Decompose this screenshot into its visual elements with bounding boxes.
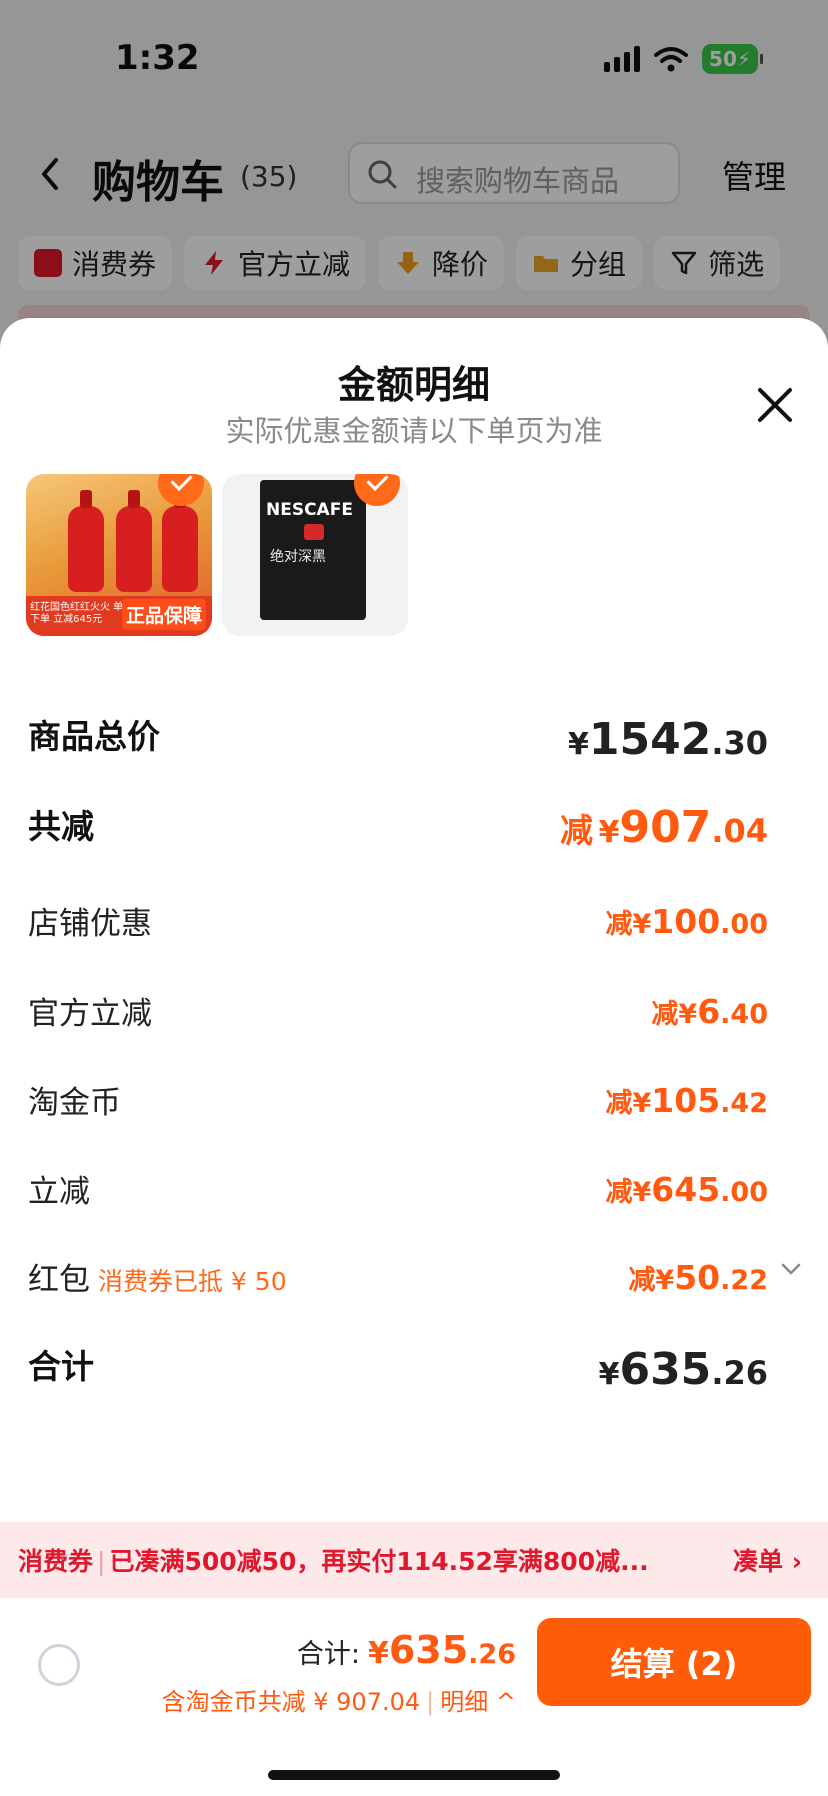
product-thumbnail-liquor[interactable]: 红花国色红红火火 单件下单 立减645元 正品保障 [26, 474, 212, 636]
amount-dec: .26 [711, 1354, 768, 1392]
amount-dec: .40 [720, 999, 768, 1030]
bottle-shape [68, 490, 104, 592]
currency: ¥ [632, 909, 652, 940]
row-amount: 减¥6.40 [651, 992, 768, 1031]
select-all-checkbox[interactable] [38, 1644, 80, 1686]
row-label: 立减 [28, 1174, 90, 1210]
amount-int: 105 [651, 1081, 721, 1120]
row-label: 淘金币 [28, 1085, 121, 1121]
row-label: 商品总价 [28, 717, 160, 756]
coupon-progress-text: 消费券 | 已凑满500减50，再实付114.52享满800减... [18, 1542, 649, 1578]
currency: ¥ [678, 999, 698, 1030]
bottle-shape [116, 490, 152, 592]
check-icon[interactable] [158, 474, 204, 506]
total-int: 635 [388, 1628, 469, 1672]
coffee-name-text: 绝对深黑 [270, 549, 326, 565]
total-currency: ¥ [367, 1636, 389, 1671]
bottle-shape [162, 490, 198, 592]
row-amount: 减¥105.42 [605, 1081, 768, 1120]
amount-dec: .22 [720, 1265, 768, 1296]
currency: ¥ [567, 727, 589, 762]
amount-dec: .42 [720, 1088, 768, 1119]
detail-toggle[interactable]: 明细 ^ [440, 1688, 516, 1716]
amount-int: 907 [619, 802, 712, 853]
divider: | [97, 1547, 106, 1576]
savings-text: 含淘金币共减 ¥ 907.04 [161, 1688, 421, 1716]
currency: ¥ [632, 1088, 652, 1119]
row-label: 红包 消费券已抵 ¥ 50 [28, 1254, 287, 1299]
row-label: 共减 [28, 807, 94, 846]
authentic-tag: 正品保障 [121, 599, 206, 630]
coupon-message: 已凑满500减50，再实付114.52享满800减... [109, 1547, 649, 1576]
amount-dec: .04 [711, 812, 768, 850]
product-thumbnail-coffee[interactable]: NESCAFE 绝对深黑 [222, 474, 408, 636]
total-dec: .26 [468, 1639, 516, 1670]
amount-dec: .00 [720, 909, 768, 940]
sheet-title: 金额明细 [337, 363, 490, 407]
chevron-down-icon[interactable] [780, 1258, 802, 1280]
row-label: 官方立减 [28, 996, 152, 1032]
currency: ¥ [655, 1265, 675, 1296]
row-amount: ¥1542.30 [568, 714, 768, 765]
amount-int: 1542 [588, 714, 712, 765]
coupon-tag: 消费券 [18, 1547, 94, 1576]
row-red-packet[interactable]: 红包 消费券已抵 ¥ 50 减¥50.22 [28, 1254, 801, 1304]
savings-summary: 含淘金币共减 ¥ 907.04 | 明细 ^ [162, 1682, 516, 1717]
minus-prefix: 减 [651, 999, 679, 1030]
row-amount: 减¥645.00 [605, 1170, 768, 1209]
currency: ¥ [632, 1177, 652, 1208]
row-label: 店铺优惠 [28, 906, 152, 942]
coupon-progress-bar[interactable]: 消费券 | 已凑满500减50，再实付114.52享满800减... 凑单 › [0, 1522, 828, 1598]
red-packet-label: 红包 [28, 1262, 90, 1298]
minus-prefix: 减 [560, 811, 593, 850]
minus-prefix: 减 [605, 1088, 633, 1119]
total-label: 合计: [296, 1639, 360, 1670]
minus-prefix: 减 [605, 1177, 633, 1208]
amount-int: 645 [651, 1170, 721, 1209]
amount-dec: .00 [720, 1177, 768, 1208]
row-total-discount: 共减 减 ¥907.04 [28, 800, 768, 860]
divider: | [426, 1688, 435, 1716]
amount-int: 635 [619, 1344, 712, 1395]
row-official-discount: 官方立减 减¥6.40 [28, 988, 768, 1038]
currency: ¥ [598, 815, 620, 850]
coffee-cup-icon [304, 524, 324, 540]
row-amount: ¥635.26 [599, 1344, 768, 1395]
row-amount: 减¥50.22 [628, 1258, 768, 1297]
sheet-subtitle: 实际优惠金额请以下单页为准 [225, 414, 603, 448]
home-indicator [268, 1770, 560, 1780]
coffee-package: NESCAFE 绝对深黑 [260, 480, 366, 620]
amount-int: 6 [697, 992, 721, 1031]
minus-prefix: 减 [628, 1265, 656, 1296]
row-subtotal: 商品总价 ¥1542.30 [28, 710, 768, 770]
row-amount: 减 ¥907.04 [560, 802, 768, 853]
close-icon[interactable] [756, 386, 794, 424]
row-total: 合计 ¥635.26 [28, 1340, 768, 1400]
add-items-link[interactable]: 凑单 › [733, 1542, 802, 1578]
currency: ¥ [598, 1357, 620, 1392]
row-amount: 减¥100.00 [605, 902, 768, 941]
row-instant-discount: 立减 减¥645.00 [28, 1166, 768, 1216]
row-shop-discount: 店铺优惠 减¥100.00 [28, 898, 768, 948]
checkout-total: 合计: ¥635.26 [297, 1628, 516, 1672]
red-packet-note: 消费券已抵 ¥ 50 [98, 1267, 287, 1296]
amount-int: 100 [651, 902, 721, 941]
amount-int: 50 [674, 1258, 721, 1297]
coffee-brand-text: NESCAFE [266, 500, 353, 520]
checkout-bar: 合计: ¥635.26 含淘金币共减 ¥ 907.04 | 明细 ^ 结算 (2) [0, 1598, 828, 1796]
checkout-button[interactable]: 结算 (2) [537, 1618, 811, 1706]
row-label: 合计 [28, 1347, 94, 1386]
row-coins: 淘金币 减¥105.42 [28, 1077, 768, 1127]
minus-prefix: 减 [605, 909, 633, 940]
amount-dec: .30 [711, 724, 768, 762]
